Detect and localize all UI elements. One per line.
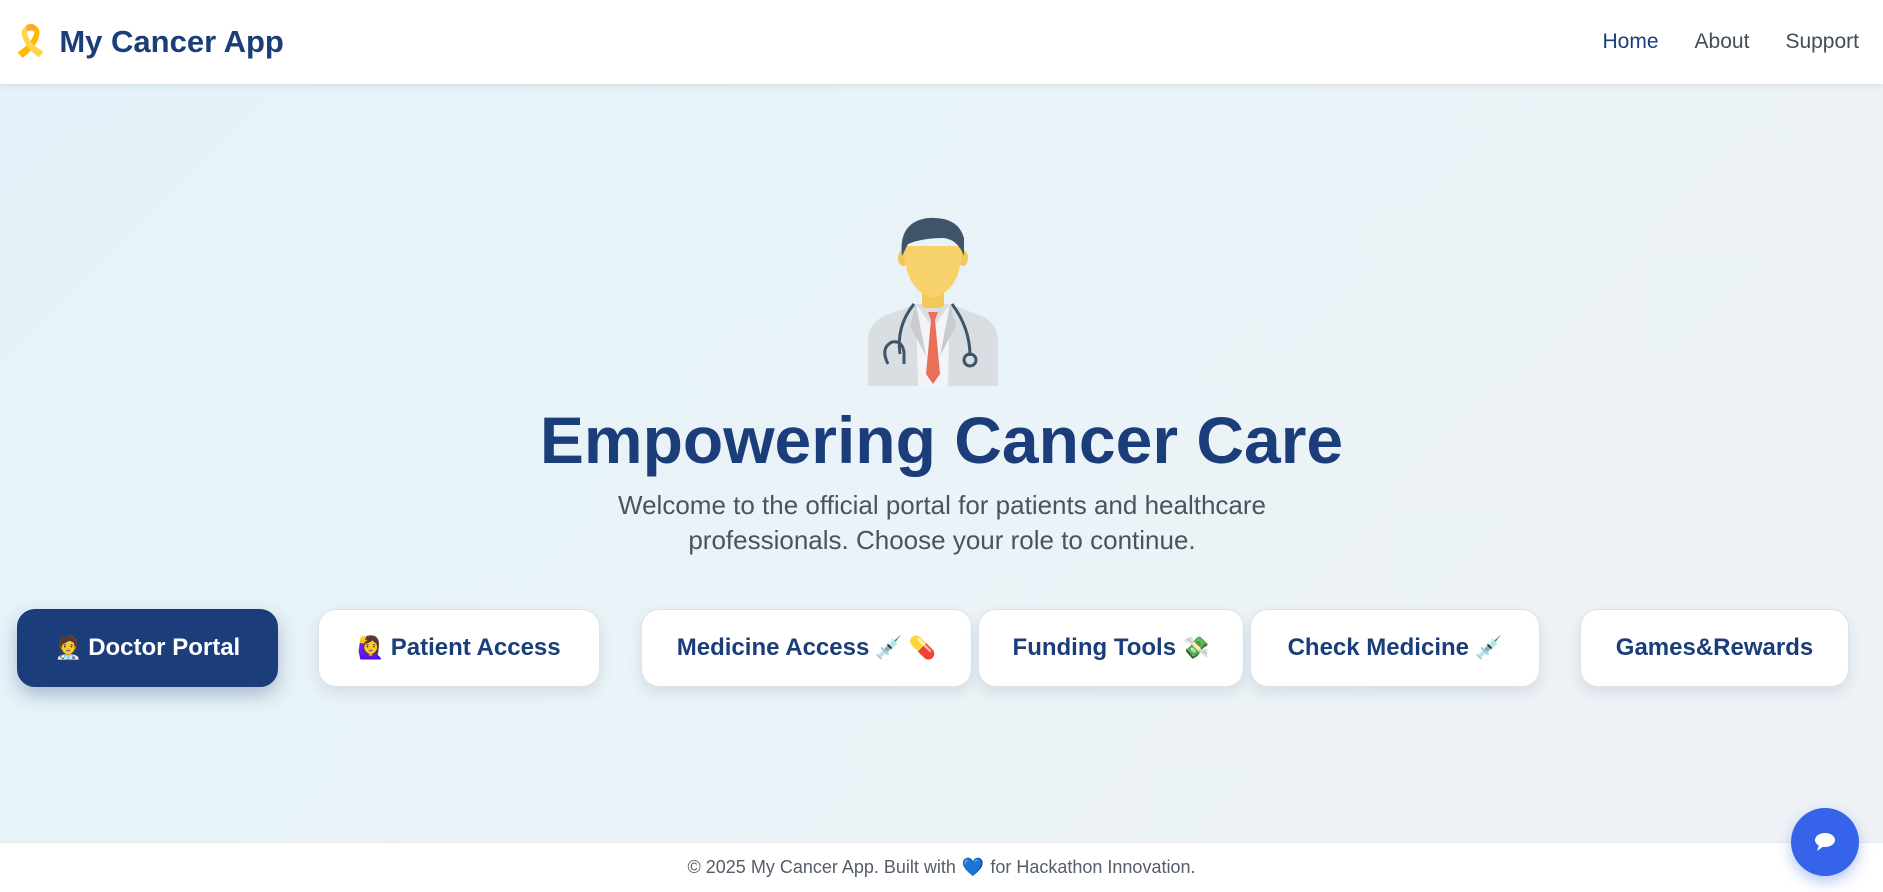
hero-section: Empowering Cancer Care Welcome to the of…	[0, 84, 1883, 842]
doctor-portal-button[interactable]: 🧑‍⚕️ Doctor Portal	[17, 609, 278, 687]
chat-bubble-icon	[1815, 833, 1835, 851]
heart-icon: 💙	[961, 857, 985, 877]
syringe-pill-icon: 💉 💊	[875, 635, 937, 660]
footer-suffix: for Hackathon Innovation.	[990, 857, 1196, 877]
button-label: Games&Rewards	[1615, 634, 1814, 661]
games-rewards-button[interactable]: Games&Rewards	[1580, 609, 1849, 687]
app-title: My Cancer App	[59, 24, 284, 59]
doctor-icon	[868, 217, 998, 386]
button-label: Funding Tools	[1012, 634, 1177, 661]
patient-access-button[interactable]: 🙋‍♀️ Patient Access	[318, 609, 600, 687]
top-navbar: 🎗️ My Cancer App Home About Support	[0, 0, 1883, 84]
syringe-icon: 💉	[1475, 635, 1503, 660]
nav-link-home[interactable]: Home	[1603, 30, 1659, 54]
button-label: Patient Access	[390, 634, 561, 661]
nav-link-about[interactable]: About	[1695, 30, 1750, 54]
medicine-access-button[interactable]: Medicine Access 💉 💊	[641, 609, 972, 687]
nav-link-support[interactable]: Support	[1785, 30, 1859, 54]
patient-emoji-icon: 🙋‍♀️	[357, 635, 385, 660]
nav-links: Home About Support	[1603, 30, 1859, 54]
hero-subtitle: Welcome to the official portal for patie…	[618, 490, 1266, 555]
button-label: Doctor Portal	[88, 634, 241, 661]
hero-title: Empowering Cancer Care	[539, 403, 1344, 477]
ribbon-icon: 🎗️	[12, 25, 50, 58]
money-icon: 💸	[1182, 635, 1210, 660]
footer: © 2025 My Cancer App. Built with 💙 for H…	[0, 842, 1883, 892]
button-label: Medicine Access	[676, 634, 870, 661]
check-medicine-button[interactable]: Check Medicine 💉	[1250, 609, 1540, 687]
brand[interactable]: 🎗️ My Cancer App	[12, 24, 284, 60]
chat-button[interactable]	[1791, 808, 1859, 876]
doctor-emoji-icon: 🧑‍⚕️	[54, 635, 83, 660]
button-label: Check Medicine	[1287, 634, 1469, 661]
footer-prefix: © 2025 My Cancer App. Built with	[687, 857, 956, 877]
funding-tools-button[interactable]: Funding Tools 💸	[978, 609, 1244, 687]
